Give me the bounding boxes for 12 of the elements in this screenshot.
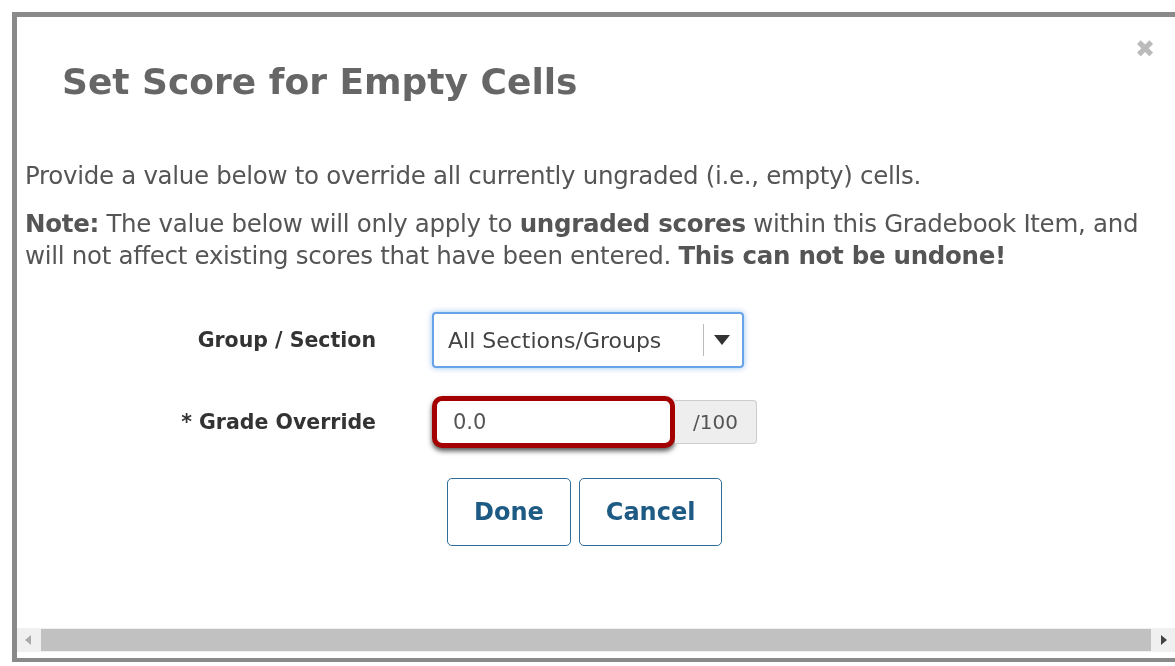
group-select[interactable]: All Sections/Groups: [432, 312, 744, 368]
dialog-button[interactable]: Done: [447, 478, 571, 546]
caret-icon: [714, 335, 730, 345]
field-label: Group / Section: [197, 328, 376, 352]
dialog-title: Set Score for Empty Cells: [62, 61, 578, 102]
intro-text: Provide a value below to override all currently ungraded (i.e., empty) cells.: [25, 160, 921, 192]
field-label: * Grade Override: [181, 410, 376, 434]
grade-input[interactable]: 0.0: [432, 396, 675, 448]
horizontal-scrollbar[interactable]: [17, 628, 1175, 652]
dialog-button[interactable]: Cancel: [578, 478, 723, 546]
points-addon: /100: [675, 400, 757, 444]
note-text: Note: The value below will only apply to ungraded scores within this Gradebook Item, and will not affect existing scores that have been entered. This can not be undone!: [25, 208, 1140, 272]
